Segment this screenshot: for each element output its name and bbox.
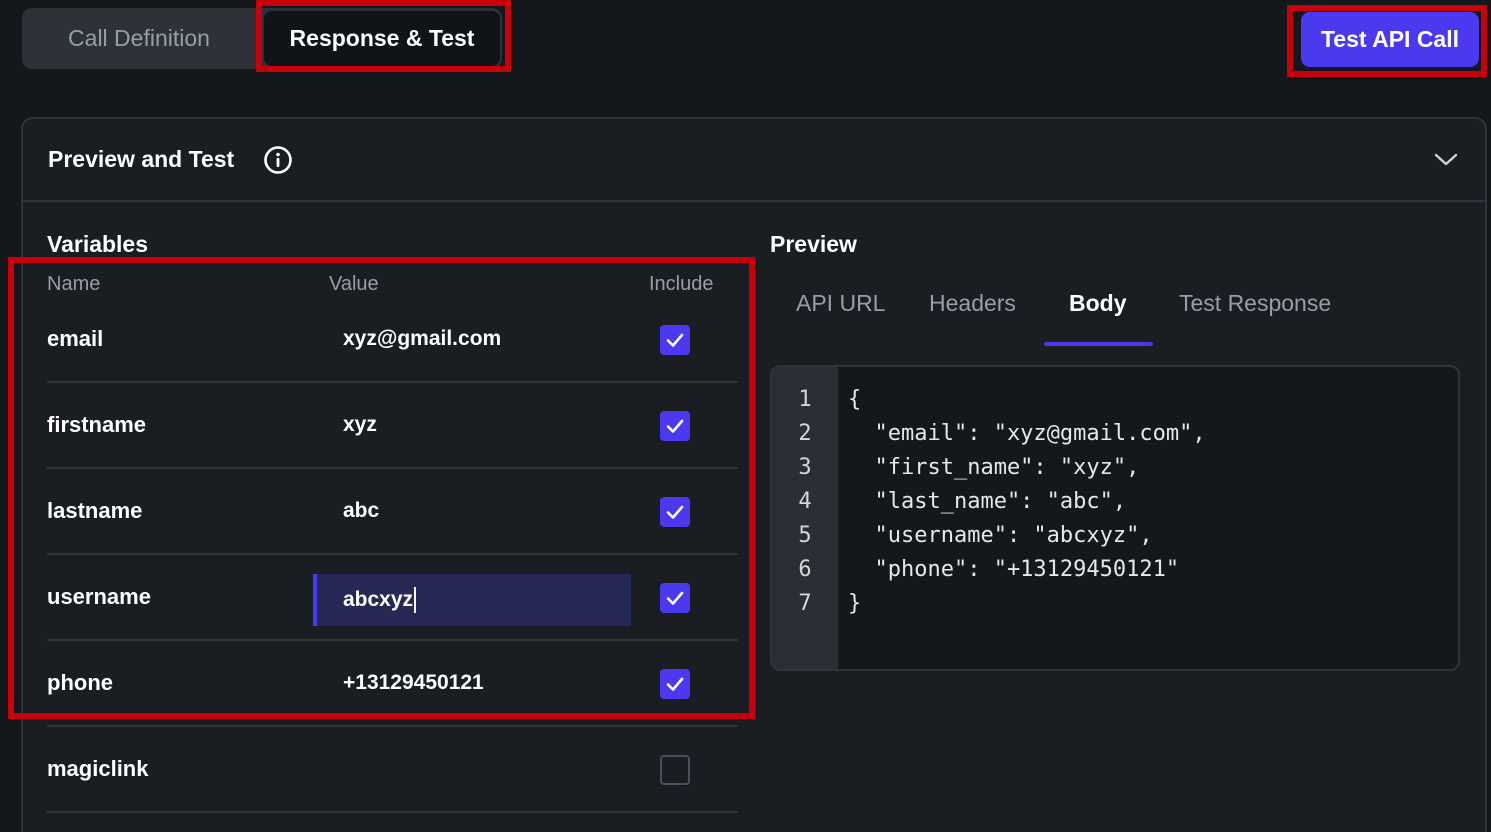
preview-title: Preview — [770, 231, 857, 257]
code-line: { — [848, 387, 862, 412]
panel-header[interactable]: Preview and Test — [23, 119, 1485, 202]
code-line: "username": "abcxyz", — [848, 523, 1153, 548]
line-number: 7 — [798, 591, 812, 616]
variable-value-input[interactable]: xyz@gmail.com — [343, 297, 501, 381]
line-number: 4 — [798, 489, 812, 514]
line-number: 6 — [798, 557, 812, 582]
code-line: "last_name": "abc", — [848, 489, 1127, 514]
variable-value-input[interactable]: +13129450121 — [343, 641, 484, 725]
line-number: 2 — [798, 421, 812, 446]
variable-value-text: abcxyz — [343, 588, 414, 611]
line-number: 5 — [798, 523, 812, 548]
code-line: "first_name": "xyz", — [848, 455, 1140, 480]
column-header-include: Include — [649, 273, 714, 295]
column-header-value: Value — [329, 273, 379, 295]
code-preview[interactable]: 1 2 3 4 5 6 7 { "email": "xyz@gmail.com"… — [770, 365, 1460, 671]
info-icon[interactable] — [263, 145, 293, 175]
variable-row: email xyz@gmail.com — [47, 297, 738, 383]
variable-row: username abcxyz — [47, 555, 738, 641]
include-checkbox[interactable] — [660, 669, 690, 699]
variable-row: magiclink — [47, 727, 738, 813]
text-caret — [414, 587, 417, 613]
active-tab-indicator — [1044, 342, 1153, 346]
variable-value-input[interactable]: xyz — [343, 383, 377, 467]
include-checkbox[interactable] — [660, 755, 690, 785]
variable-value-input-focused[interactable]: abcxyz — [313, 574, 631, 626]
variable-value-input[interactable]: abc — [343, 469, 379, 553]
code-line: "email": "xyz@gmail.com", — [848, 421, 1206, 446]
check-icon — [666, 505, 684, 519]
variable-name: lastname — [47, 498, 143, 523]
code-line: "phone": "+13129450121" — [848, 557, 1180, 582]
line-number-gutter — [772, 367, 838, 669]
column-header-name: Name — [47, 273, 101, 295]
variable-row: lastname abc — [47, 469, 738, 555]
tab-api-url[interactable]: API URL — [796, 290, 885, 317]
variable-name: username — [47, 584, 151, 609]
check-icon — [666, 591, 684, 605]
tab-call-definition[interactable]: Call Definition — [22, 8, 256, 69]
line-number: 1 — [798, 387, 812, 412]
variables-title: Variables — [47, 231, 149, 257]
code-line: } — [848, 591, 862, 616]
test-api-call-button[interactable]: Test API Call — [1301, 12, 1479, 67]
include-checkbox[interactable] — [660, 583, 690, 613]
include-checkbox[interactable] — [660, 497, 690, 527]
variable-name: firstname — [47, 412, 147, 437]
variable-name: email — [47, 326, 104, 351]
tab-test-response[interactable]: Test Response — [1179, 290, 1331, 317]
top-tab-bar: Call Definition Response & Test — [22, 8, 502, 69]
panel-title: Preview and Test — [48, 146, 235, 172]
variable-name: magiclink — [47, 756, 149, 781]
tab-body[interactable]: Body — [1069, 290, 1127, 317]
variable-row: phone +13129450121 — [47, 641, 738, 727]
check-icon — [666, 333, 684, 347]
include-checkbox[interactable] — [660, 411, 690, 441]
variable-row: firstname xyz — [47, 383, 738, 469]
chevron-down-icon[interactable] — [1433, 149, 1459, 169]
check-icon — [666, 677, 684, 691]
variable-name: phone — [47, 670, 113, 695]
tab-headers[interactable]: Headers — [929, 290, 1016, 317]
tab-response-test[interactable]: Response & Test — [264, 11, 500, 66]
include-checkbox[interactable] — [660, 325, 690, 355]
line-number: 3 — [798, 455, 812, 480]
check-icon — [666, 419, 684, 433]
